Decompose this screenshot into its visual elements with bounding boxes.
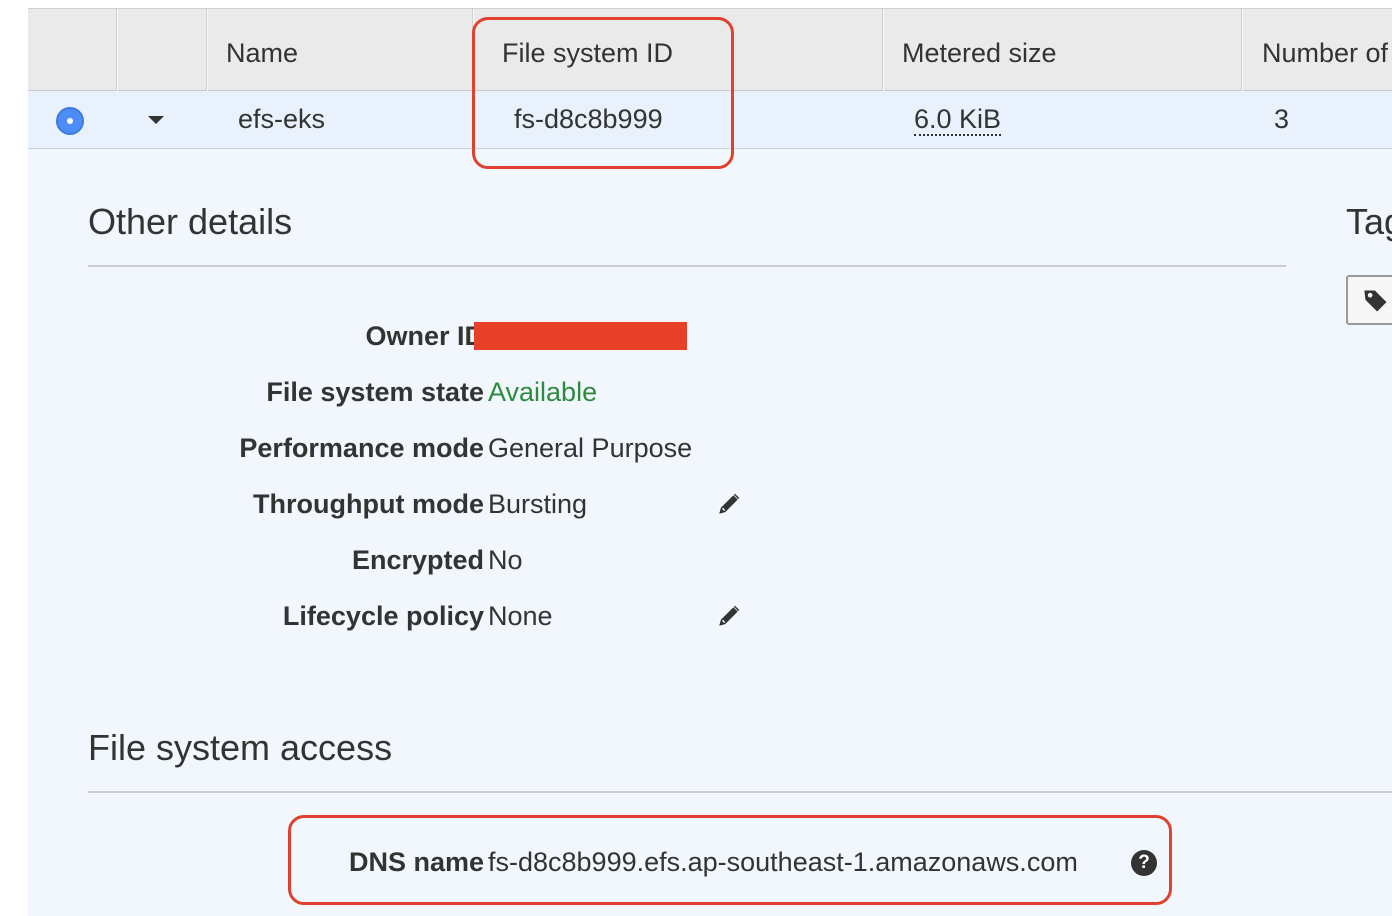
divider bbox=[88, 791, 1392, 793]
edit-lifecycle-pencil-icon[interactable] bbox=[716, 603, 742, 629]
row-number-of: 3 bbox=[1274, 104, 1290, 134]
throughput-mode-value: Bursting bbox=[488, 489, 588, 519]
performance-mode-label: Performance mode bbox=[239, 433, 484, 463]
question-circle-icon[interactable]: ? bbox=[1131, 850, 1157, 876]
metered-size-value[interactable]: 6.0 KiB bbox=[914, 104, 1002, 136]
file-system-state-value: Available bbox=[488, 377, 598, 407]
manage-tags-button[interactable] bbox=[1346, 275, 1392, 325]
edit-throughput-pencil-icon[interactable] bbox=[716, 491, 742, 517]
table-header: Name File system ID Metered size Number … bbox=[28, 8, 1392, 92]
column-divider bbox=[882, 9, 884, 92]
row-select-radio[interactable] bbox=[56, 107, 84, 135]
other-details-title: Other details bbox=[88, 201, 293, 242]
dns-name-label: DNS name bbox=[348, 847, 484, 877]
expand-caret-icon[interactable] bbox=[148, 116, 164, 124]
owner-id-redacted bbox=[474, 322, 687, 350]
details-panel: Other details Tag Owner ID File system s… bbox=[28, 149, 1392, 916]
performance-mode-value: General Purpose bbox=[488, 433, 693, 463]
column-divider bbox=[472, 9, 474, 92]
lifecycle-policy-value: None bbox=[488, 601, 553, 631]
encrypted-value: No bbox=[488, 545, 523, 575]
column-header-file-system-id[interactable]: File system ID bbox=[502, 38, 673, 69]
table-row[interactable]: efs-eks fs-d8c8b999 6.0 KiB 3 bbox=[28, 91, 1392, 149]
file-system-state-label: File system state bbox=[266, 377, 484, 407]
row-name: efs-eks bbox=[238, 104, 326, 134]
column-header-metered-size[interactable]: Metered size bbox=[902, 38, 1057, 69]
row-metered-size: 6.0 KiB bbox=[914, 104, 1002, 136]
throughput-mode-label: Throughput mode bbox=[253, 489, 484, 519]
row-file-system-id: fs-d8c8b999 bbox=[514, 104, 663, 134]
column-divider bbox=[1241, 9, 1243, 92]
column-divider bbox=[116, 9, 118, 92]
column-divider bbox=[206, 9, 208, 92]
encrypted-label: Encrypted bbox=[351, 545, 484, 575]
column-header-name[interactable]: Name bbox=[226, 38, 298, 69]
divider bbox=[88, 265, 1286, 267]
column-header-number-of[interactable]: Number of bbox=[1262, 38, 1388, 69]
tags-title: Tag bbox=[1346, 201, 1392, 242]
owner-id-label: Owner ID bbox=[365, 321, 484, 351]
file-system-access-title: File system access bbox=[88, 727, 393, 768]
dns-name-value[interactable]: fs-d8c8b999.efs.ap-southeast-1.amazonaws… bbox=[488, 847, 1078, 878]
lifecycle-policy-label: Lifecycle policy bbox=[282, 601, 484, 631]
tag-icon bbox=[1364, 290, 1387, 312]
efs-file-systems-view: Name File system ID Metered size Number … bbox=[0, 0, 1392, 916]
